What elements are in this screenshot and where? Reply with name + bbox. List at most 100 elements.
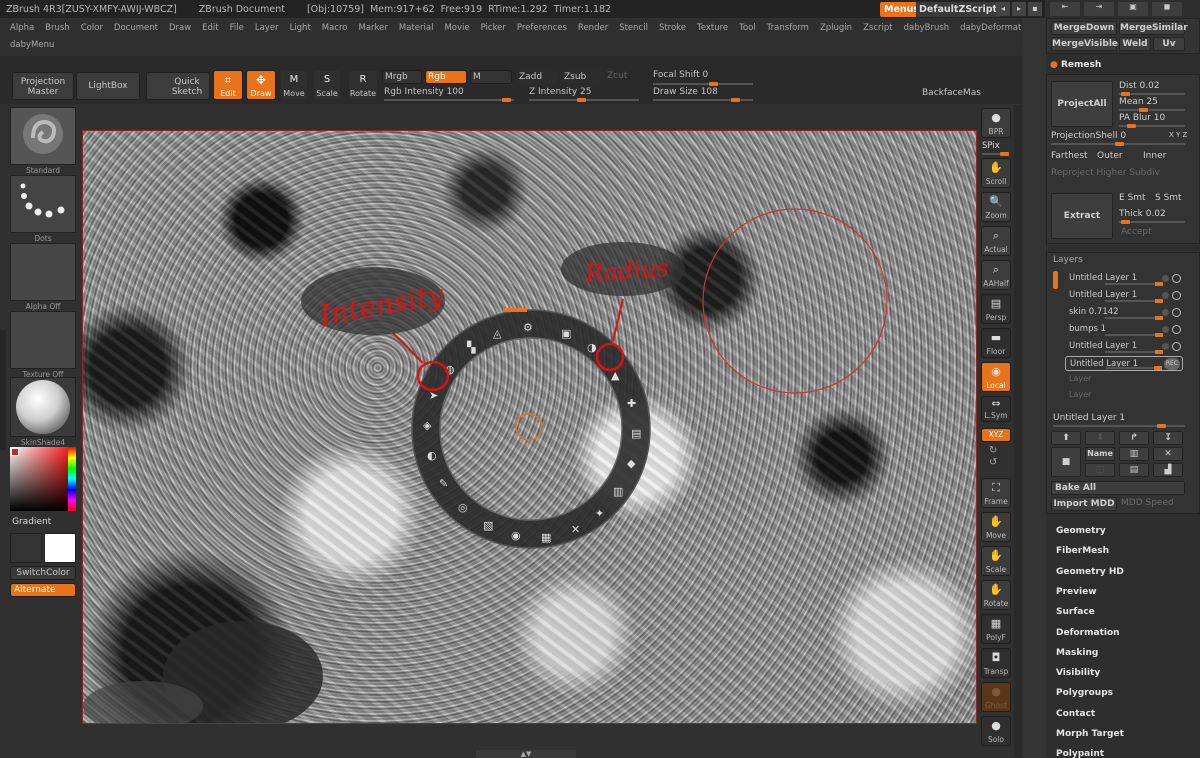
outer-button[interactable]: Outer: [1097, 151, 1123, 161]
extract-button[interactable]: Extract: [1051, 193, 1113, 239]
backface-mask-label[interactable]: BackfaceMas: [922, 88, 981, 98]
zoom-button[interactable]: 🔍 Zoom: [981, 192, 1011, 222]
eye-icon[interactable]: [1172, 325, 1181, 334]
menu-item-color[interactable]: Color: [81, 23, 103, 33]
z-intensity-label[interactable]: Z Intensity 25: [529, 87, 592, 97]
menu-item-macro[interactable]: Macro: [322, 23, 348, 33]
subpalette-deformation[interactable]: Deformation: [1056, 628, 1120, 638]
texture-thumbnail[interactable]: Texture Off: [10, 311, 76, 379]
menu-item-dabybrush[interactable]: dabyBrush: [904, 23, 950, 33]
menu-item-tool[interactable]: Tool: [739, 23, 756, 33]
menu-item-transform[interactable]: Transform: [767, 23, 809, 33]
farthest-button[interactable]: Farthest: [1051, 151, 1088, 161]
eye-icon[interactable]: [1172, 342, 1181, 351]
move-button[interactable]: M Move: [280, 70, 308, 100]
projectionshell-handle[interactable]: [1115, 142, 1124, 146]
alpha-thumbnail[interactable]: Alpha Off: [10, 243, 76, 311]
solo-button[interactable]: ● Solo: [981, 716, 1011, 746]
scale-button[interactable]: S Scale: [313, 70, 341, 100]
layer-record-dot[interactable]: [1162, 343, 1169, 350]
menu-item-zplugin[interactable]: Zplugin: [820, 23, 852, 33]
focal-shift-handle[interactable]: [709, 82, 718, 86]
import-mdd-button[interactable]: Import MDD: [1051, 497, 1117, 511]
thick-slider[interactable]: [1119, 220, 1185, 224]
palette-icon-1[interactable]: ⇤: [1050, 2, 1080, 16]
subpalette-morph-target[interactable]: Morph Target: [1056, 729, 1124, 739]
eye-icon[interactable]: [1172, 274, 1181, 283]
current-layer-label[interactable]: Untitled Layer 1: [1053, 413, 1125, 423]
window-icon-a[interactable]: ◂: [996, 2, 1010, 16]
mean-handle[interactable]: [1139, 108, 1148, 112]
layer-strength-slider[interactable]: [1105, 333, 1163, 337]
subpalette-polygroups[interactable]: Polygroups: [1056, 688, 1113, 698]
m-button[interactable]: M: [470, 70, 512, 84]
current-layer-slider[interactable]: [1053, 424, 1185, 428]
ssmt-label[interactable]: S Smt: [1155, 193, 1182, 203]
right-tray-handle[interactable]: [1014, 105, 1022, 758]
menu-item-stroke[interactable]: Stroke: [659, 23, 686, 33]
mrgb-button[interactable]: Mrgb: [382, 70, 422, 84]
accept-button[interactable]: Accept: [1121, 227, 1152, 237]
palette-icon-4[interactable]: ◼: [1152, 2, 1182, 16]
menu-item-edit[interactable]: Edit: [202, 23, 218, 33]
layer-strength-handle[interactable]: [1155, 282, 1163, 286]
rotation-icons[interactable]: ↻ ↺: [989, 445, 997, 469]
layer-split-button[interactable]: ↱: [1119, 431, 1149, 445]
default-zscript-button[interactable]: DefaultZScript: [916, 2, 1001, 17]
layer-merge-button[interactable]: ↧: [1153, 431, 1183, 445]
main-color-swatch[interactable]: [10, 533, 42, 563]
subpalette-geometry[interactable]: Geometry: [1056, 526, 1106, 536]
bake-all-button[interactable]: Bake All: [1051, 481, 1185, 495]
move-view-button[interactable]: ✋ Move: [981, 512, 1011, 542]
esmt-label[interactable]: E Smt: [1119, 193, 1146, 203]
floor-button[interactable]: ▬ Floor: [981, 328, 1011, 358]
weld-button[interactable]: Weld: [1119, 37, 1151, 51]
menu-item-layer[interactable]: Layer: [255, 23, 279, 33]
menu-item-preferences[interactable]: Preferences: [517, 23, 567, 33]
projectionshell-slider[interactable]: [1051, 142, 1185, 146]
layer-record-dot[interactable]: [1162, 326, 1169, 333]
brush-thumbnail[interactable]: Standard: [10, 107, 76, 175]
dist-handle[interactable]: [1121, 92, 1130, 96]
layer-record-button[interactable]: ■: [1051, 447, 1081, 477]
bottom-tray-handle[interactable]: ▲▼: [476, 750, 576, 758]
inner-button[interactable]: Inner: [1143, 151, 1166, 161]
draw-size-label[interactable]: Draw Size 108: [653, 87, 718, 97]
window-icon-c[interactable]: ▪: [1028, 2, 1042, 16]
persp-button[interactable]: ▤ Persp: [981, 294, 1011, 324]
ghost-button[interactable]: ● Ghost: [981, 682, 1011, 712]
stroke-thumbnail[interactable]: Dots: [10, 175, 76, 243]
menu-item-file[interactable]: File: [230, 23, 244, 33]
mean-label[interactable]: Mean 25: [1119, 97, 1158, 107]
layers-title[interactable]: Layers: [1053, 255, 1083, 265]
layer-a-button[interactable]: ▢: [1085, 463, 1115, 477]
menu-item-marker[interactable]: Marker: [359, 23, 388, 33]
polyf-button[interactable]: ▦ PolyF: [981, 614, 1011, 644]
layer-row[interactable]: skin 0.7142: [1065, 305, 1183, 320]
lightbox-button[interactable]: LightBox: [76, 72, 140, 100]
layer-strength-slider[interactable]: [1105, 282, 1163, 286]
xyz-button[interactable]: XYZ: [981, 428, 1011, 442]
alternate-button[interactable]: Alternate: [10, 583, 76, 597]
layer-row[interactable]: Untitled Layer 1: [1065, 339, 1183, 354]
rgb-intensity-handle[interactable]: [502, 98, 511, 102]
spix-handle[interactable]: [1000, 152, 1009, 156]
z-intensity-handle[interactable]: [577, 98, 586, 102]
projection-master-button[interactable]: Projection Master: [12, 72, 74, 100]
color-picker[interactable]: [10, 447, 76, 511]
layer-strength-handle[interactable]: [1155, 299, 1163, 303]
subpalette-polypaint[interactable]: Polypaint: [1056, 749, 1104, 758]
layer-b-button[interactable]: ▤: [1119, 463, 1149, 477]
rgb-button[interactable]: Rgb: [425, 70, 467, 84]
layer-up-button[interactable]: ⬆: [1051, 431, 1081, 445]
subpalette-geometry-hd[interactable]: Geometry HD: [1056, 567, 1124, 577]
lsym-button[interactable]: ⇔ L.Sym: [981, 396, 1011, 422]
subpalette-preview[interactable]: Preview: [1056, 587, 1097, 597]
spix-label[interactable]: SPix: [982, 141, 1000, 151]
layer-strength-slider[interactable]: [1105, 316, 1163, 320]
menu-item-material[interactable]: Material: [399, 23, 434, 33]
layer-c-button[interactable]: ▟: [1153, 463, 1183, 477]
pablur-label[interactable]: PA Blur 10: [1119, 113, 1165, 123]
window-icon-b[interactable]: ▸: [1012, 2, 1026, 16]
layer-strength-slider[interactable]: [1106, 366, 1162, 370]
